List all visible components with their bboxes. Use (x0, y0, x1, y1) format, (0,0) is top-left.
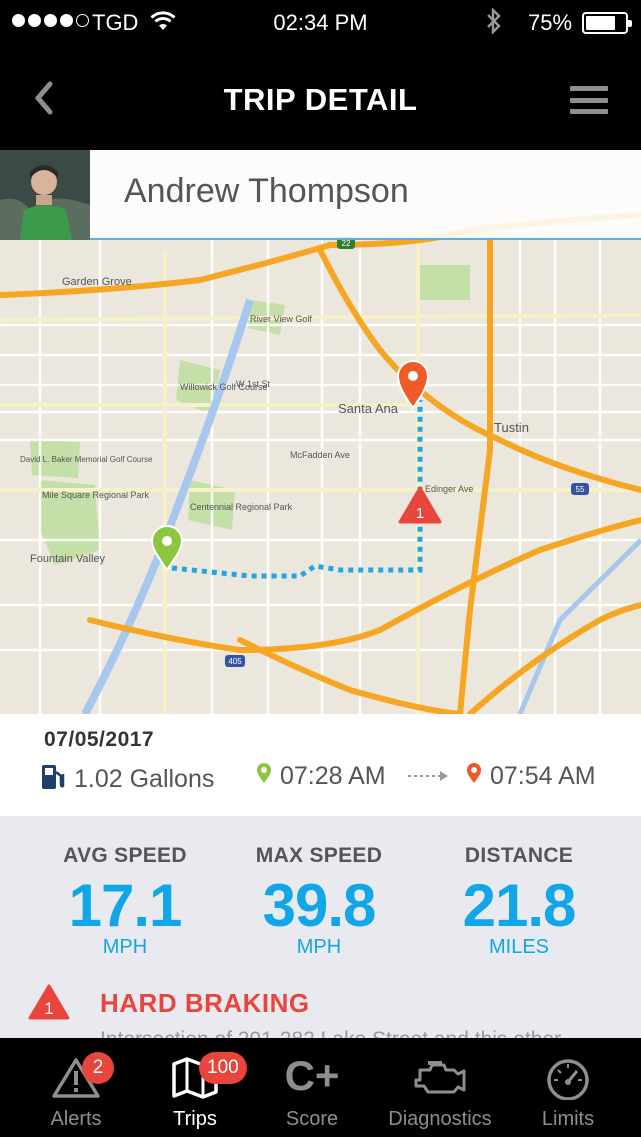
tab-limits-label: Limits (541, 1108, 595, 1130)
map-label-centennial-park: Centennial Regional Park (190, 502, 293, 512)
score-grade-icon: C+ (284, 1052, 340, 1099)
trip-summary: 07/05/2017 1.02 Gallons 07:28 AM 07:54 A… (0, 714, 641, 816)
tab-diagnostics[interactable]: Diagnostics (378, 1038, 502, 1137)
map-label-edinger: Edinger Ave (425, 484, 473, 494)
map-label-first-st: W 1st St (236, 379, 271, 389)
distance-unit: MILES (488, 936, 550, 958)
map-label-mcfadden: McFadden Ave (290, 450, 350, 460)
nav-bar: TRIP DETAIL (0, 44, 641, 150)
user-header: Andrew Thompson (0, 150, 641, 240)
speedometer-icon (544, 1056, 592, 1105)
fuel-info: 1.02 Gallons (40, 762, 214, 797)
map-event-number: 1 (416, 505, 424, 522)
fuel-pump-icon (40, 762, 66, 797)
avg-speed-label: AVG SPEED (63, 844, 187, 867)
trip-stats: AVG SPEED 17.1 MPH MAX SPEED 39.8 MPH DI… (0, 816, 641, 1038)
map-label-mile-square: Mile Square Regional Park (42, 490, 150, 500)
dotted-arrow-icon (408, 770, 450, 782)
map-label-tustin: Tustin (494, 420, 529, 435)
hamburger-menu-icon[interactable] (570, 86, 608, 114)
end-pin-small-icon (466, 762, 482, 791)
distance-value: 21.8 (462, 872, 577, 939)
map-label-baker-park: David L. Baker Memorial Golf Course (20, 455, 153, 464)
start-time-info: 07:28 AM (256, 762, 386, 791)
trips-badge: 100 (199, 1052, 247, 1084)
tab-trips[interactable]: 100 Trips (145, 1038, 247, 1137)
engine-icon (410, 1056, 470, 1105)
tab-score-label: Score (285, 1108, 339, 1130)
battery-percent: 75% (528, 10, 573, 35)
map-label-fountain-valley: Fountain Valley (30, 553, 106, 565)
trip-date: 07/05/2017 (44, 728, 155, 751)
avatar[interactable] (0, 150, 90, 240)
map-label-river-view: River View Golf (250, 314, 312, 324)
status-bar: TGD 02:34 PM 75% (0, 0, 641, 44)
max-speed-unit: MPH (296, 936, 342, 958)
distance-stat: DISTANCE 21.8 MILES (414, 844, 624, 959)
shield-22: 22 (342, 239, 351, 248)
tab-score[interactable]: C+ Score (262, 1038, 362, 1137)
event-description: Intersection of 201-282 Lake Street and … (100, 1028, 561, 1038)
tab-diagnostics-label: Diagnostics (388, 1108, 492, 1130)
distance-label: DISTANCE (464, 844, 574, 867)
tab-bar: 2 Alerts 100 Trips C+ Score Diagnostics … (0, 1038, 641, 1137)
end-time: 07:54 AM (490, 762, 596, 790)
trip-map[interactable]: Santa Ana Tustin Fountain Valley Centenn… (0, 150, 641, 714)
start-pin-small-icon (256, 762, 272, 791)
event-number: 1 (44, 999, 53, 1018)
max-speed-label: MAX SPEED (255, 844, 383, 867)
end-time-info: 07:54 AM (466, 762, 596, 791)
user-name: Andrew Thompson (124, 172, 409, 210)
start-time: 07:28 AM (280, 762, 386, 790)
avg-speed-value: 17.1 (68, 872, 183, 939)
battery-icon (582, 12, 632, 34)
fuel-used: 1.02 Gallons (74, 765, 215, 793)
tab-trips-label: Trips (173, 1108, 217, 1130)
warning-triangle-icon: 1 (28, 984, 70, 1025)
max-speed-value: 39.8 (262, 872, 377, 939)
event-title: HARD BRAKING (100, 988, 310, 1018)
tab-alerts-label: Alerts (50, 1108, 102, 1130)
map-label-santa-ana: Santa Ana (338, 401, 399, 416)
shield-405: 405 (228, 657, 242, 666)
map-label-garden-grove: Garden Grove (62, 276, 132, 288)
page-title: TRIP DETAIL (223, 82, 418, 117)
tab-alerts[interactable]: 2 Alerts (26, 1038, 126, 1137)
tab-limits[interactable]: Limits (518, 1038, 618, 1137)
alerts-badge: 2 (82, 1052, 114, 1084)
bluetooth-icon (486, 7, 502, 40)
max-speed-stat: MAX SPEED 39.8 MPH (214, 844, 424, 959)
avg-speed-unit: MPH (102, 936, 148, 958)
avg-speed-stat: AVG SPEED 17.1 MPH (20, 844, 230, 959)
shield-55: 55 (576, 485, 585, 494)
